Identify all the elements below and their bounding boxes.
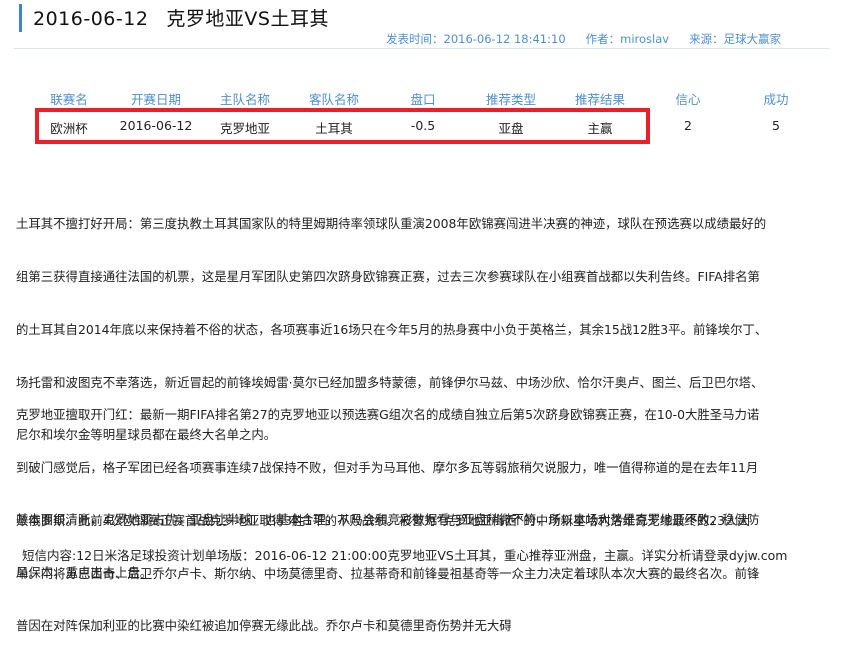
row-highlight-box bbox=[35, 108, 650, 144]
paragraph-line: 基本面很清晰，克罗地亚占优，亚盘让半球，也基本合理，从马会和竞彩数据看与亚盘稍微… bbox=[16, 512, 760, 528]
paragraph-line: 的土耳其自2014年底以来保持着不俗的状态，各项赛事近16场只在今年5月的热身赛… bbox=[16, 321, 768, 337]
cell-confidence: 2 bbox=[684, 118, 692, 133]
col-date: 开赛日期 bbox=[130, 92, 182, 107]
analysis-paragraph-summary: 基本面很清晰，克罗地亚占优，亚盘让半球，也基本合理，从马会和竞彩数据看与亚盘稍微… bbox=[16, 476, 831, 599]
sms-footer: 短信内容:12日米洛足球投资计划单场版：2016-06-12 21:00:00克… bbox=[22, 548, 788, 563]
title-accent-bar bbox=[19, 4, 22, 32]
article-meta: 发表时间：2016-06-12 18:41:10 作者：miroslav 来源：足球… bbox=[386, 32, 781, 46]
meta-divider bbox=[14, 48, 829, 49]
page-title: 2016-06-12 克罗地亚VS土耳其 bbox=[33, 4, 329, 31]
col-type: 推荐类型 bbox=[485, 92, 537, 107]
col-away: 客队名称 bbox=[308, 92, 360, 107]
paragraph-line: 普因在对阵保加利亚的比赛中染红被追加停赛无缘此战。乔尔卢卡和莫德里奇伤势并无大碍 bbox=[16, 618, 512, 634]
cell-success: 5 bbox=[772, 118, 780, 133]
paragraph-line: 到破门感觉后，格子军团已经各项赛事连续7战保持不败，但对手为马耳他、摩尔多瓦等弱… bbox=[16, 459, 759, 475]
col-league: 联赛名 bbox=[50, 92, 88, 107]
paragraph-line: 局保本，重点出击上盘。 bbox=[16, 564, 153, 580]
title-date: 2016-06-12 bbox=[33, 8, 149, 30]
paragraph-line: 克罗地亚擅取开门红：最新一期FIFA排名第27的克罗地亚以预选赛G组次名的成绩自… bbox=[16, 407, 760, 423]
source: 来源：足球大赢家 bbox=[689, 32, 782, 46]
recommend-table-header: 联赛名 开赛日期 主队名称 客队名称 盘口 推荐类型 推荐结果 信心 成功 bbox=[0, 89, 843, 107]
col-confidence: 信心 bbox=[675, 92, 701, 107]
col-result: 推荐结果 bbox=[574, 92, 626, 107]
author: 作者：miroslav bbox=[585, 32, 670, 46]
col-success: 成功 bbox=[763, 92, 789, 107]
publish-time: 发表时间：2016-06-12 18:41:10 bbox=[386, 32, 566, 46]
col-home: 主队名称 bbox=[219, 92, 271, 107]
paragraph-line: 组第三获得直接通往法国的机票，这是星月军团队史第四次跻身欧锦赛正赛，过去三次参赛… bbox=[16, 268, 760, 284]
title-match: 克罗地亚VS土耳其 bbox=[166, 8, 329, 30]
col-handicap: 盘口 bbox=[410, 92, 436, 107]
paragraph-line: 土耳其不擅打好开局：第三度执教土耳其国家队的特里姆期待率领球队重演2008年欧锦… bbox=[16, 216, 767, 232]
